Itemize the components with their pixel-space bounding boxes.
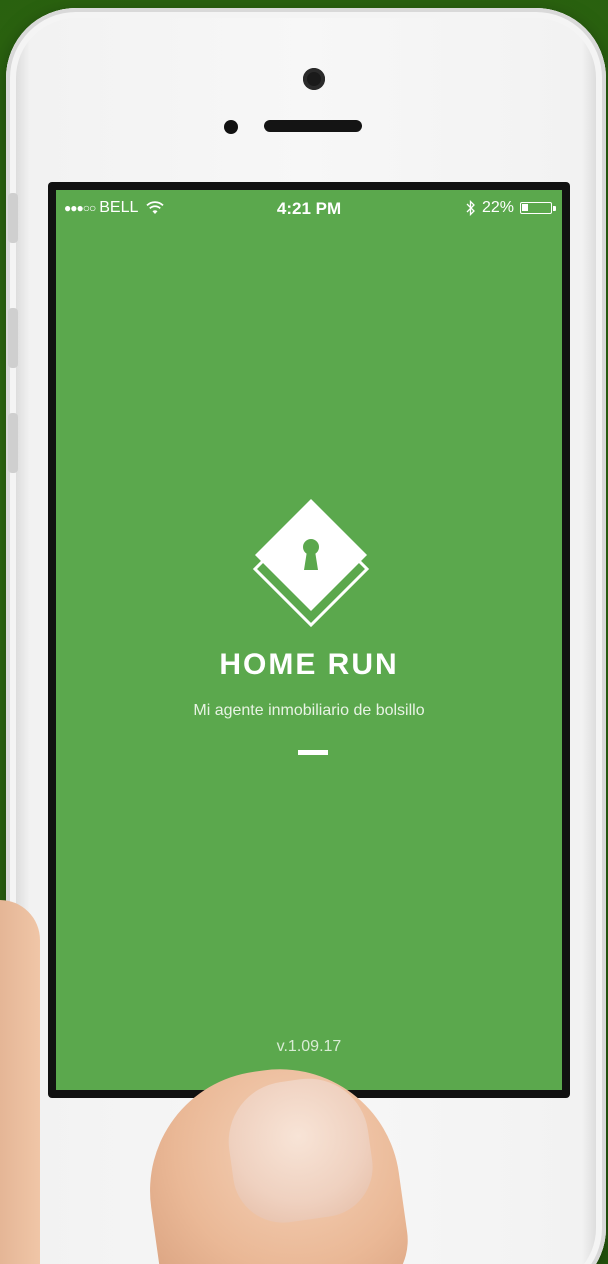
battery-fill (522, 204, 528, 211)
battery-icon (520, 202, 556, 214)
splash-screen: ●●●○○ BELL 4:21 PM 22% HOME RUN Mi agent… (56, 190, 562, 1090)
app-version: v.1.09.17 (276, 1038, 342, 1055)
app-tagline: Mi agente inmobiliario de bolsillo (193, 702, 425, 719)
status-bar: ●●●○○ BELL 4:21 PM 22% (56, 190, 562, 226)
earpiece-speaker (264, 120, 362, 132)
front-camera (303, 68, 325, 90)
volume-down-button (8, 413, 18, 473)
proximity-sensor (224, 120, 238, 134)
status-right: 22% (466, 199, 556, 217)
volume-up-button (8, 308, 18, 368)
battery-tip (553, 206, 556, 211)
mute-switch (8, 193, 18, 243)
bluetooth-icon (466, 200, 475, 216)
app-title: HOME RUN (219, 648, 399, 681)
hand-fingers (0, 900, 40, 1264)
keyhole-diamond-icon (252, 499, 370, 628)
battery-percent: 22% (481, 199, 514, 216)
photo-scene: ●●●○○ BELL 4:21 PM 22% HOME RUN Mi agent… (0, 0, 608, 1264)
divider (298, 750, 328, 755)
